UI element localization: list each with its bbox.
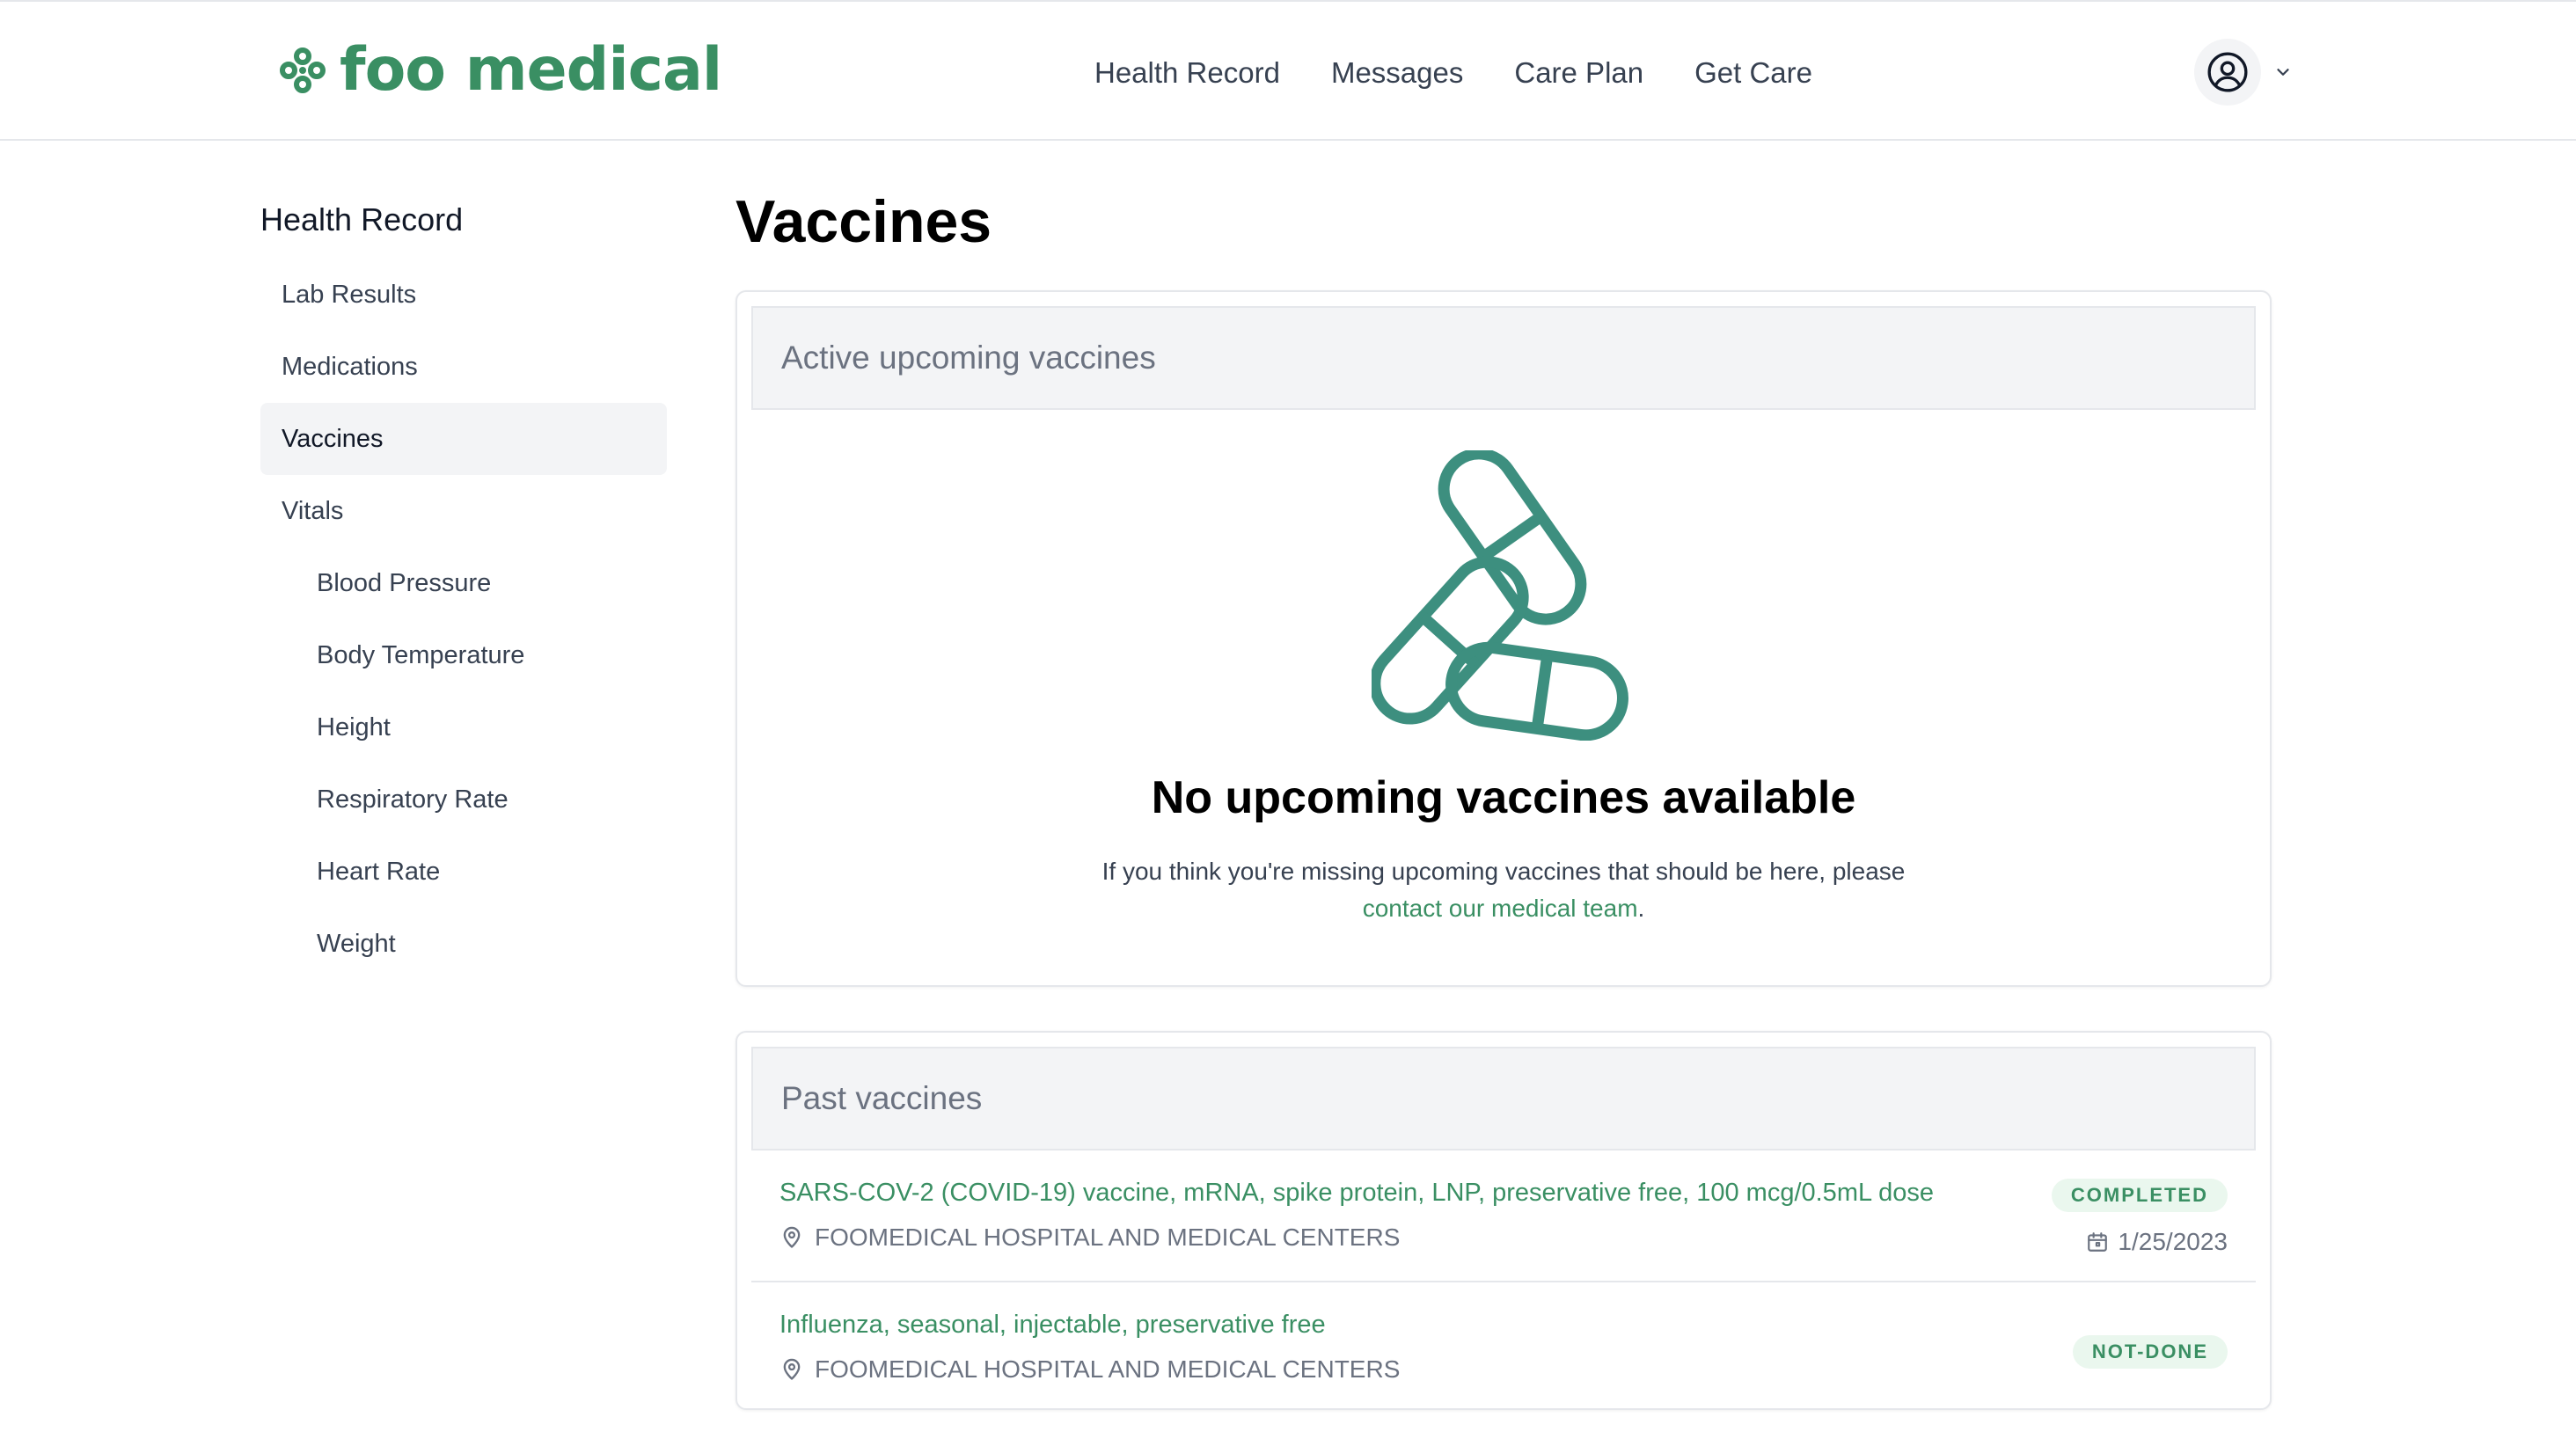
empty-state: No upcoming vaccines available If you th… (751, 410, 2256, 971)
chevron-down-icon[interactable] (2273, 62, 2293, 82)
nav-health-record[interactable]: Health Record (1094, 56, 1280, 90)
vaccine-date-text: 1/25/2023 (2118, 1228, 2228, 1256)
empty-text-suffix: . (1637, 895, 1645, 923)
sidebar-item-weight[interactable]: Weight (260, 908, 667, 980)
nav-care-plan[interactable]: Care Plan (1514, 56, 1643, 90)
contact-medical-team-link[interactable]: contact our medical team (1363, 895, 1638, 922)
main-nav: Health Record Messages Care Plan Get Car… (1094, 49, 1812, 97)
calendar-icon (2086, 1231, 2109, 1253)
vaccine-meta: COMPLETED 1/25/2023 (2051, 1175, 2228, 1256)
vaccine-name-link[interactable]: Influenza, seasonal, injectable, preserv… (779, 1307, 1400, 1343)
nav-get-care[interactable]: Get Care (1694, 56, 1812, 90)
logo[interactable]: foo medical (278, 33, 722, 107)
sidebar-item-vitals[interactable]: Vitals (260, 475, 667, 547)
table-row[interactable]: Influenza, seasonal, injectable, preserv… (751, 1282, 2256, 1408)
empty-text-body: If you think you're missing upcoming vac… (1101, 858, 1906, 886)
vaccine-name-link[interactable]: SARS-COV-2 (COVID-19) vaccine, mRNA, spi… (779, 1175, 1934, 1211)
sidebar-item-blood-pressure[interactable]: Blood Pressure (260, 547, 667, 619)
status-badge: COMPLETED (2051, 1179, 2228, 1213)
sidebar-item-respiratory-rate[interactable]: Respiratory Rate (260, 763, 667, 836)
sidebar-title: Health Record (260, 201, 464, 237)
sidebar-item-lab-results[interactable]: Lab Results (260, 259, 667, 331)
vaccine-date: 1/25/2023 (2086, 1228, 2228, 1256)
vaccine-info: Influenza, seasonal, injectable, preserv… (779, 1307, 1400, 1384)
vaccine-meta: NOT-DONE (2072, 1307, 2228, 1370)
sidebar: Health Record Lab Results Medications Va… (260, 197, 667, 980)
map-pin-icon (779, 1225, 804, 1250)
sidebar-item-heart-rate[interactable]: Heart Rate (260, 836, 667, 908)
flower-logo-icon (280, 47, 326, 93)
nav-messages[interactable]: Messages (1331, 56, 1463, 90)
upcoming-vaccines-card: Active upcoming vaccines No upcoming vac… (735, 290, 2272, 988)
past-vaccines-header: Past vaccines (751, 1047, 2256, 1151)
past-vaccines-card: Past vaccines SARS-COV-2 (COVID-19) vacc… (735, 1031, 2272, 1410)
pills-icon (1372, 450, 1628, 741)
map-pin-icon (779, 1357, 804, 1382)
upcoming-vaccines-header: Active upcoming vaccines (751, 306, 2256, 410)
logo-text: foo medical (340, 35, 722, 105)
empty-title: No upcoming vaccines available (1151, 772, 1856, 823)
sidebar-item-body-temperature[interactable]: Body Temperature (260, 619, 667, 691)
profile-menu[interactable] (2194, 39, 2293, 106)
vaccine-location: FOOMEDICAL HOSPITAL AND MEDICAL CENTERS (779, 1224, 1934, 1252)
vaccine-location-text: FOOMEDICAL HOSPITAL AND MEDICAL CENTERS (815, 1355, 1401, 1383)
sidebar-item-height[interactable]: Height (260, 691, 667, 763)
avatar[interactable] (2194, 39, 2261, 106)
table-row[interactable]: SARS-COV-2 (COVID-19) vaccine, mRNA, spi… (751, 1150, 2256, 1283)
vaccine-location: FOOMEDICAL HOSPITAL AND MEDICAL CENTERS (779, 1355, 1400, 1384)
top-header: foo medical Health Record Messages Care … (0, 0, 2576, 141)
status-badge: NOT-DONE (2072, 1335, 2228, 1370)
sidebar-item-vaccines[interactable]: Vaccines (260, 403, 667, 475)
vaccine-location-text: FOOMEDICAL HOSPITAL AND MEDICAL CENTERS (815, 1223, 1401, 1251)
main-content: Vaccines Active upcoming vaccines No upc… (735, 179, 2272, 1410)
vaccine-info: SARS-COV-2 (COVID-19) vaccine, mRNA, spi… (779, 1175, 1934, 1252)
empty-text: If you think you're missing upcoming vac… (751, 853, 2256, 927)
user-circle-icon (2207, 52, 2248, 92)
sidebar-item-medications[interactable]: Medications (260, 331, 667, 403)
page-title: Vaccines (735, 188, 992, 255)
